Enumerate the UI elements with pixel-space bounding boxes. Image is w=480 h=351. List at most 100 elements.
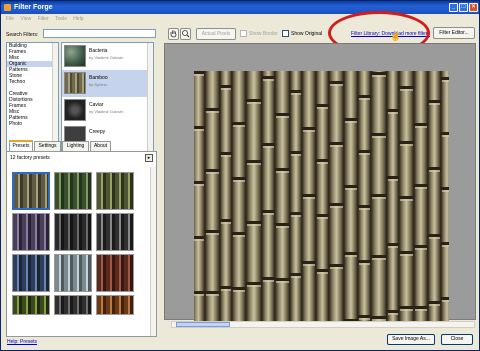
- preset-menu-button[interactable]: ▸: [145, 154, 153, 162]
- preset-thumbnail[interactable]: [54, 254, 92, 292]
- filter-scrollbar[interactable]: [147, 43, 153, 151]
- title-bar: Filter Forge _ □ ×: [1, 1, 479, 14]
- bamboo-node-highlight: [317, 217, 328, 219]
- zoom-tool-button[interactable]: [180, 28, 191, 40]
- menu-filter[interactable]: Filter: [38, 16, 49, 22]
- bamboo-node-highlight: [400, 254, 413, 256]
- bamboo-node: [262, 210, 275, 213]
- left-panel: Search Filters: Building Frames Misc Org…: [3, 25, 158, 345]
- bamboo-node-highlight: [442, 135, 449, 137]
- preset-thumbnail[interactable]: [96, 295, 134, 315]
- filter-author: by Vladimir Golovin: [89, 55, 124, 60]
- bamboo-node: [290, 90, 302, 93]
- bamboo-node: [220, 219, 232, 222]
- bamboo-node-highlight: [263, 146, 274, 148]
- preset-thumbnail[interactable]: [54, 172, 92, 210]
- preset-thumbnail[interactable]: [12, 172, 50, 210]
- bamboo-node: [290, 151, 302, 154]
- tab-presets[interactable]: Presets: [9, 140, 33, 151]
- bamboo-node: [428, 234, 441, 237]
- preset-thumbnail[interactable]: [96, 213, 134, 251]
- preset-thumbnail[interactable]: [12, 213, 50, 251]
- bamboo-node: [441, 77, 449, 80]
- bamboo-node: [290, 273, 302, 276]
- menu-tools[interactable]: Tools: [55, 16, 67, 22]
- preset-thumbnail[interactable]: [12, 295, 50, 315]
- menu-view[interactable]: View: [20, 16, 31, 22]
- bamboo-node-highlight: [345, 121, 357, 123]
- bamboo-node-highlight: [400, 309, 413, 311]
- search-input[interactable]: [43, 29, 156, 38]
- bamboo-stalk: [387, 71, 399, 324]
- bamboo-node: [399, 306, 414, 309]
- minimize-button[interactable]: _: [449, 3, 458, 12]
- bamboo-node: [262, 76, 275, 79]
- preset-thumbnail[interactable]: [96, 254, 134, 292]
- bamboo-node-highlight: [345, 188, 357, 190]
- tab-about[interactable]: About: [90, 141, 111, 151]
- bamboo-node: [275, 278, 290, 281]
- bamboo-node-highlight: [359, 208, 370, 210]
- menu-help[interactable]: Help: [73, 16, 83, 22]
- bamboo-node: [387, 109, 399, 112]
- app-icon: [4, 4, 11, 11]
- category-list[interactable]: Building Frames Misc Organic Patterns St…: [6, 42, 59, 152]
- bamboo-stalk: [329, 71, 344, 324]
- close-button[interactable]: Close: [441, 334, 473, 345]
- close-window-button[interactable]: ×: [469, 3, 478, 12]
- filter-item[interactable]: Caviar by Vladimir Golovin: [62, 97, 153, 124]
- bamboo-node-highlight: [233, 235, 245, 237]
- filter-name: Bamboo: [89, 75, 108, 81]
- actual-pixels-button[interactable]: Actual Pixels: [196, 28, 236, 40]
- scroll-thumb[interactable]: [176, 322, 230, 327]
- bamboo-node: [275, 223, 290, 226]
- bamboo-node: [275, 168, 290, 171]
- tab-lighting[interactable]: Lighting: [62, 141, 89, 151]
- preview-hscrollbar[interactable]: [171, 321, 475, 328]
- bamboo-node-highlight: [247, 285, 261, 287]
- bamboo-node: [316, 214, 329, 217]
- hand-tool-button[interactable]: [168, 28, 179, 40]
- category-scrollbar[interactable]: [52, 43, 58, 151]
- help-presets-link[interactable]: Help: Presets: [7, 339, 37, 345]
- bamboo-node-highlight: [194, 294, 204, 296]
- bamboo-node: [428, 301, 441, 304]
- bamboo-node: [358, 315, 371, 318]
- tab-settings[interactable]: Settings: [34, 141, 61, 151]
- bamboo-node-highlight: [400, 89, 413, 91]
- show-border-checkbox[interactable]: [240, 30, 247, 37]
- filter-item-selected[interactable]: Bamboo by Sphinx.: [62, 70, 153, 97]
- bamboo-node: [246, 160, 262, 163]
- bamboo-node: [344, 185, 358, 188]
- bamboo-node: [232, 122, 246, 125]
- bamboo-node-highlight: [372, 258, 386, 260]
- bamboo-stalk: [441, 71, 449, 324]
- preset-thumbnail[interactable]: [96, 172, 134, 210]
- preset-thumbnail[interactable]: [54, 213, 92, 251]
- bamboo-node: [302, 261, 316, 264]
- bamboo-node-highlight: [359, 263, 370, 265]
- filter-list[interactable]: Bacteria by Vladimir Golovin Bamboo by S…: [61, 42, 154, 152]
- bamboo-node-highlight: [233, 125, 245, 127]
- preset-thumbnail[interactable]: [12, 254, 50, 292]
- maximize-button[interactable]: □: [459, 3, 468, 12]
- menu-file[interactable]: File: [6, 16, 14, 22]
- bamboo-node-highlight: [206, 111, 219, 113]
- bamboo-stalk: [428, 71, 441, 324]
- presets-scrollbar[interactable]: [150, 167, 156, 336]
- filter-thumbnail: [64, 72, 86, 94]
- filter-editor-button[interactable]: Filter Editor...: [433, 27, 475, 39]
- preset-thumbnail[interactable]: [54, 295, 92, 315]
- bamboo-node-highlight: [276, 116, 289, 118]
- save-image-button[interactable]: Save Image As...: [387, 334, 435, 345]
- preview-area[interactable]: [164, 43, 476, 324]
- bamboo-node: [358, 260, 371, 263]
- category-item[interactable]: Photo: [7, 121, 58, 127]
- bamboo-node: [414, 184, 428, 187]
- show-original-checkbox[interactable]: [282, 30, 289, 37]
- app-window: Filter Forge _ □ × File View Filter Tool…: [0, 0, 480, 351]
- bamboo-node: [194, 236, 205, 239]
- bamboo-node-highlight: [194, 129, 204, 131]
- bamboo-node: [414, 245, 428, 248]
- filter-item[interactable]: Bacteria by Vladimir Golovin: [62, 43, 153, 70]
